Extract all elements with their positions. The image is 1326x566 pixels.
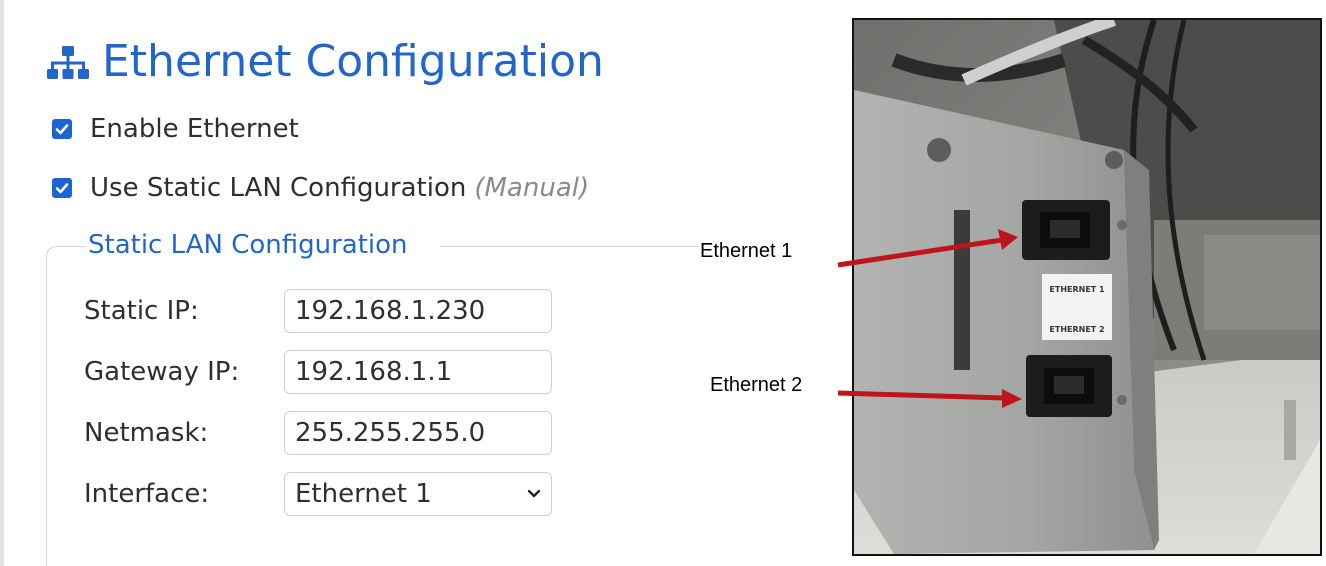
- enable-ethernet-option[interactable]: Enable Ethernet: [52, 112, 299, 146]
- static-lan-note: (Manual): [474, 173, 590, 203]
- network-icon: [47, 46, 89, 79]
- fieldset-border-left: [46, 266, 47, 566]
- enable-ethernet-checkbox[interactable]: [52, 119, 72, 139]
- photo-illustration: ETHERNET 1 ETHERNET 2: [854, 20, 1320, 554]
- page-title-text: Ethernet Configuration: [102, 36, 604, 87]
- netmask-label: Netmask:: [84, 418, 209, 448]
- fieldset-legend: Static LAN Configuration: [86, 230, 414, 260]
- enable-ethernet-label: Enable Ethernet: [90, 114, 299, 144]
- ethernet-1-callout: Ethernet 1: [700, 240, 793, 262]
- port-label-1: ETHERNET 1: [1049, 285, 1105, 294]
- hardware-photo: ETHERNET 1 ETHERNET 2: [852, 18, 1322, 556]
- netmask-input[interactable]: 255.255.255.0: [284, 411, 552, 455]
- port-label-2: ETHERNET 2: [1049, 325, 1104, 334]
- chevron-down-icon: [527, 489, 541, 498]
- page-left-border: [0, 0, 4, 566]
- interface-select[interactable]: Ethernet 1: [284, 472, 552, 516]
- static-lan-checkbox[interactable]: [52, 178, 72, 198]
- static-lan-option[interactable]: Use Static LAN Configuration (Manual): [52, 171, 589, 205]
- static-ip-label: Static IP:: [84, 296, 199, 326]
- checkmark-icon: [55, 124, 69, 135]
- static-lan-label: Use Static LAN Configuration: [90, 173, 467, 203]
- page-title: Ethernet Configuration: [46, 30, 604, 94]
- interface-select-value: Ethernet 1: [295, 479, 432, 509]
- fieldset-corner: [46, 246, 66, 267]
- ethernet-2-callout: Ethernet 2: [710, 374, 803, 396]
- gateway-ip-input[interactable]: 192.168.1.1: [284, 350, 552, 394]
- interface-label: Interface:: [84, 479, 210, 509]
- checkmark-icon: [55, 183, 69, 194]
- static-ip-input[interactable]: 192.168.1.230: [284, 289, 552, 333]
- fieldset-border-right-segment: [440, 246, 698, 247]
- gateway-ip-label: Gateway IP:: [84, 357, 240, 387]
